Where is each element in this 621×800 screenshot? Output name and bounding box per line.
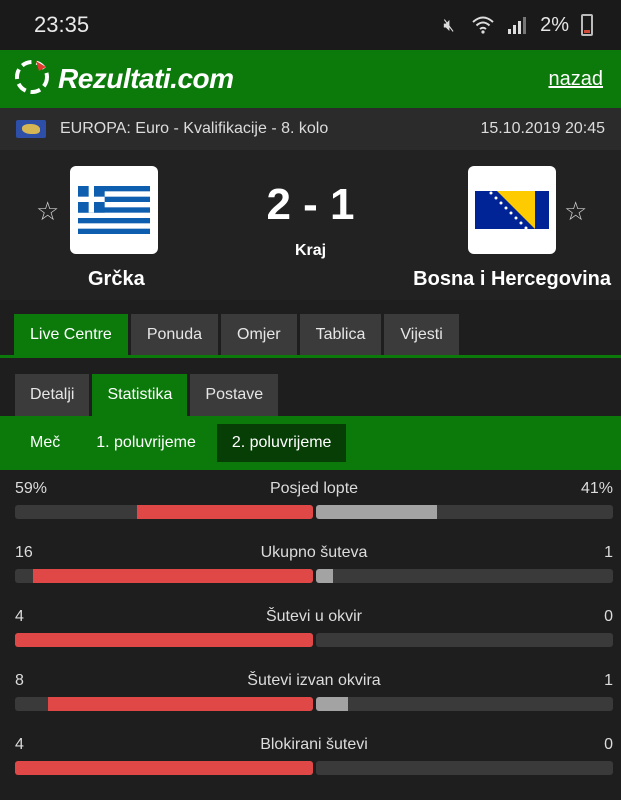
status-time: 23:35 xyxy=(34,12,90,37)
stat-away-bar xyxy=(315,569,334,583)
competition-bar: EUROPA: Euro - Kvalifikacije - 8. kolo 1… xyxy=(0,108,621,150)
stat-row: 4 Šutevi u okvir 0 xyxy=(15,598,613,662)
mute-icon: 🔇︎ xyxy=(443,14,455,35)
tabs-underline xyxy=(0,355,621,358)
tab-postave[interactable]: Postave xyxy=(190,374,279,416)
stat-home-bar xyxy=(32,569,313,583)
stat-name: Blokirani šutevi xyxy=(260,736,368,753)
stat-bars xyxy=(15,633,613,647)
tab-omjer[interactable]: Omjer xyxy=(221,314,297,356)
stat-row: 16 Ukupno šuteva 1 xyxy=(15,534,613,598)
stats-list: 59% Posjed lopte 41% 16 Ukupno šuteva 1 … xyxy=(0,470,621,790)
tab-live-centre[interactable]: Live Centre xyxy=(14,314,128,356)
period-match[interactable]: Meč xyxy=(15,424,75,462)
stat-away-value: 1 xyxy=(604,544,613,561)
stat-name: Šutevi u okvir xyxy=(265,608,363,625)
away-team-flag[interactable] xyxy=(468,166,556,254)
match-datetime: 15.10.2019 20:45 xyxy=(480,120,605,137)
sub-tabs: Detalji Statistika Postave xyxy=(0,364,621,416)
signal-icon xyxy=(506,14,528,36)
tab-tablica[interactable]: Tablica xyxy=(299,314,382,356)
wifi-icon xyxy=(472,14,494,36)
period-second-half[interactable]: 2. poluvrijeme xyxy=(216,424,347,462)
stat-name: Ukupno šuteva xyxy=(260,544,368,561)
stat-away-value: 0 xyxy=(604,736,613,753)
stat-bars xyxy=(15,697,613,711)
away-team-name[interactable]: Bosna i Hercegovina xyxy=(413,268,611,291)
home-team-name[interactable]: Grčka xyxy=(88,268,145,291)
stat-bars xyxy=(15,505,613,519)
tab-statistika[interactable]: Statistika xyxy=(92,374,188,416)
brand-name: Rezultati.com xyxy=(58,63,234,94)
match-header: ☆ Grčka 2 - 1 Kraj ☆ Bosna i Hercegovina xyxy=(0,150,621,300)
period-selector: Meč 1. poluvrijeme 2. poluvrijeme xyxy=(0,416,621,470)
stat-away-value: 41% xyxy=(580,480,613,497)
competition-name[interactable]: EUROPA: Euro - Kvalifikacije - 8. kolo xyxy=(60,120,328,138)
europe-map-icon xyxy=(16,120,46,138)
tab-ponuda[interactable]: Ponuda xyxy=(130,314,218,356)
stat-bars xyxy=(15,761,613,775)
stat-row: 59% Posjed lopte 41% xyxy=(15,470,613,534)
battery-percent: 2% xyxy=(540,13,569,36)
stat-away-bar xyxy=(315,697,349,711)
stat-name: Posjed lopte xyxy=(269,480,359,497)
favorite-away-star-icon[interactable]: ☆ xyxy=(564,196,587,227)
period-first-half[interactable]: 1. poluvrijeme xyxy=(81,424,211,462)
stat-row: 4 Blokirani šutevi 0 xyxy=(15,726,613,790)
brand-logo[interactable]: Rezultati.com xyxy=(12,57,234,102)
stat-home-bar xyxy=(47,697,313,711)
battery-icon xyxy=(581,14,593,36)
stat-home-bar xyxy=(15,633,313,647)
app-header: Rezultati.com nazad xyxy=(0,50,621,108)
stat-home-bar xyxy=(15,761,313,775)
stat-row: 8 Šutevi izvan okvira 1 xyxy=(15,662,613,726)
tab-detalji[interactable]: Detalji xyxy=(15,374,90,416)
tab-vijesti[interactable]: Vijesti xyxy=(384,314,459,356)
status-bar: 23:35 🔇︎ 2% xyxy=(0,0,621,50)
stat-home-bar xyxy=(136,505,313,519)
logo-icon xyxy=(12,57,52,102)
stat-bars xyxy=(15,569,613,583)
stat-away-value: 1 xyxy=(604,672,613,689)
stat-away-value: 0 xyxy=(604,608,613,625)
back-link[interactable]: nazad xyxy=(549,68,604,91)
status-icons: 🔇︎ 2% xyxy=(438,14,593,37)
main-tabs: Live Centre Ponuda Omjer Tablica Vijesti xyxy=(0,300,621,364)
bosnia-flag-icon xyxy=(475,191,549,229)
stat-away-bar xyxy=(315,505,438,519)
stat-name: Šutevi izvan okvira xyxy=(247,672,381,689)
